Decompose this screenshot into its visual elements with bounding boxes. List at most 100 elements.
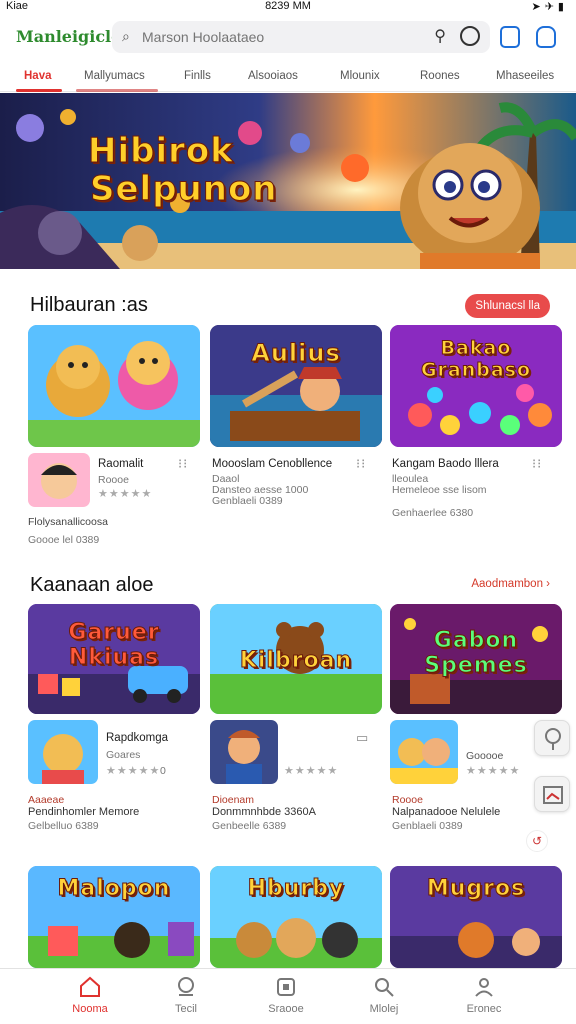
game-tag: Roooe: [392, 794, 423, 806]
hero-banner[interactable]: Hibirok Selpunon: [0, 93, 576, 269]
status-time: 8239 MM: [265, 0, 311, 12]
game-tag: Aaaeae: [28, 794, 65, 806]
thumb-title: Hburby: [247, 876, 345, 902]
nav-home[interactable]: Nooma: [50, 975, 130, 1015]
store-icon: [277, 978, 295, 996]
game-description: Pendinhomler Memore: [28, 806, 140, 818]
rating-stars: ★★★★★: [98, 488, 153, 500]
game-detail: Genblaeli 0389: [212, 495, 283, 507]
game-icon-4[interactable]: [28, 720, 98, 784]
game-subtitle: Goares: [106, 749, 141, 761]
logo-text: Manleigicle: [16, 27, 122, 46]
game-card-thumb-7[interactable]: Malopon: [28, 866, 200, 968]
nav-profile-label: Eronec: [466, 1003, 502, 1015]
profile-icon: [475, 978, 493, 997]
nav-tecil-label: Tecil: [174, 1003, 197, 1015]
thumb-title: Bakao Granbaso: [420, 337, 532, 382]
game-card-thumb-9[interactable]: Mugros: [390, 866, 562, 968]
tab-mhaseeiles[interactable]: Mhaseeiles: [496, 70, 554, 82]
nav-store[interactable]: Sraooe: [246, 975, 326, 1015]
game-description: Donmmnhbde 3360A: [212, 806, 316, 818]
game-name[interactable]: Kangam Baodo lllera: [392, 458, 499, 470]
nav-search[interactable]: Mlolej: [344, 975, 424, 1015]
rating-stars: ★★★★★: [466, 765, 521, 777]
thumb-title: Aulius: [251, 339, 341, 368]
game-description: Nalpanadooe Nelulele: [392, 806, 501, 818]
tab-alsooiaos[interactable]: Alsooiaos: [248, 70, 298, 82]
tab-hover-indicator: [76, 89, 158, 92]
game-name[interactable]: Moooslam Cenobllence: [212, 458, 332, 470]
game-detail: Gelbelluo 6389: [28, 820, 99, 832]
tab-mlounix[interactable]: Mlounix: [340, 70, 380, 82]
nav-home-label: Nooma: [72, 1003, 108, 1015]
tab-roones[interactable]: Roones: [420, 70, 460, 82]
game-card-thumb-2[interactable]: Aulius: [210, 325, 382, 447]
app-logo[interactable]: Manleigicle: [16, 27, 121, 46]
floating-action-button-1[interactable]: [534, 720, 570, 756]
floating-action-button-2[interactable]: [534, 776, 570, 812]
game-name[interactable]: Gooooe: [466, 750, 503, 762]
search-input[interactable]: [142, 27, 402, 47]
game-card-thumb-6[interactable]: Gabon Spemes: [390, 604, 562, 714]
section-pill-button[interactable]: Shlunacsl lla: [465, 294, 550, 318]
game-detail: Genbeelle 6389: [212, 820, 287, 832]
bears-artwork: [28, 325, 200, 447]
thumb-title: Malopon: [57, 876, 171, 902]
thumb-title: Garuer Nkiuas: [68, 620, 160, 671]
game-card-thumb-4[interactable]: Garuer Nkiuas: [28, 604, 200, 714]
tab-hava[interactable]: Hava: [24, 70, 52, 82]
nav-profile[interactable]: Eronec: [444, 975, 524, 1015]
section-see-all-link[interactable]: Aaodmambon ›: [471, 578, 550, 590]
share-icon[interactable]: ↺: [526, 830, 548, 852]
nav-tecil[interactable]: Tecil: [146, 975, 226, 1015]
tab-mallyumacs[interactable]: Mallyumacs: [84, 70, 145, 82]
game-card-thumb-5[interactable]: Kilbroan: [210, 604, 382, 714]
more-options-icon[interactable]: ⁝⁝: [356, 456, 366, 472]
search-button-icon[interactable]: ⚲: [434, 26, 446, 46]
tab-finlls[interactable]: Finlls: [184, 70, 211, 82]
game-subtitle: Roooe: [98, 474, 129, 486]
home-icon: [80, 976, 100, 997]
game-name[interactable]: Raomalit: [98, 458, 143, 470]
banner-artwork: [0, 93, 576, 269]
game-card-thumb-1[interactable]: [28, 325, 200, 447]
active-tab-indicator: [16, 89, 62, 92]
nav-search-label: Mlolej: [369, 1003, 399, 1015]
banner-title-line2: Selpunon: [90, 169, 278, 210]
section-title-recommended: Kaanaan aloe: [30, 574, 154, 596]
game-name[interactable]: Rapdkomga: [106, 732, 168, 744]
nav-store-label: Sraooe: [268, 1003, 304, 1015]
game-detail: Genhaerlee 6380: [392, 507, 474, 519]
game-icon-6[interactable]: [390, 720, 458, 784]
search-icon: [375, 978, 394, 997]
search-icon: ⌕: [122, 28, 130, 44]
category-tabs: Hava Mallyumacs Finlls Alsooiaos Mlounix…: [0, 64, 576, 92]
status-bar: Kiae 8239 MM ➤✈▮: [0, 0, 576, 14]
account-icon[interactable]: [536, 26, 556, 48]
thumb-title: Mugros: [426, 876, 526, 902]
rating-stars: ★★★★★: [106, 765, 161, 777]
bookmark-icon[interactable]: ▭: [356, 730, 369, 746]
game-detail: Genblaeli 0389: [392, 820, 463, 832]
camera-scan-icon[interactable]: [460, 26, 480, 46]
more-options-icon[interactable]: ⁝⁝: [532, 456, 542, 472]
game-detail-line1: Flolysanallicoosa: [28, 516, 108, 528]
rating-stars: ★★★★★: [284, 765, 339, 777]
search-bar[interactable]: ⌕ ⚲: [112, 21, 490, 53]
game-card-thumb-3[interactable]: Bakao Granbaso: [390, 325, 562, 447]
banner-title-line1: Hibirok: [88, 131, 234, 172]
app-header: Manleigicle ⌕ ⚲: [0, 18, 576, 58]
game-card-thumb-8[interactable]: Hburby: [210, 866, 382, 968]
more-options-icon[interactable]: ⁝⁝: [178, 456, 188, 472]
game-tag: Dioenam: [212, 794, 255, 806]
game-icon-1[interactable]: [28, 453, 90, 507]
status-icons: ➤✈▮: [531, 1, 568, 13]
section-title-featured: Hilbauran :as: [30, 294, 148, 316]
pin-icon: [545, 728, 561, 750]
notifications-icon[interactable]: [500, 26, 520, 48]
game-detail: Hemeleoe sse lisom: [392, 484, 487, 496]
game-detail-line2: Goooe lel 0389: [28, 534, 100, 546]
rating-score: 0: [160, 765, 166, 777]
bottom-navigation: Nooma Tecil Sraooe Mlolej Eronec: [0, 968, 576, 1024]
game-icon-5[interactable]: [210, 720, 278, 784]
